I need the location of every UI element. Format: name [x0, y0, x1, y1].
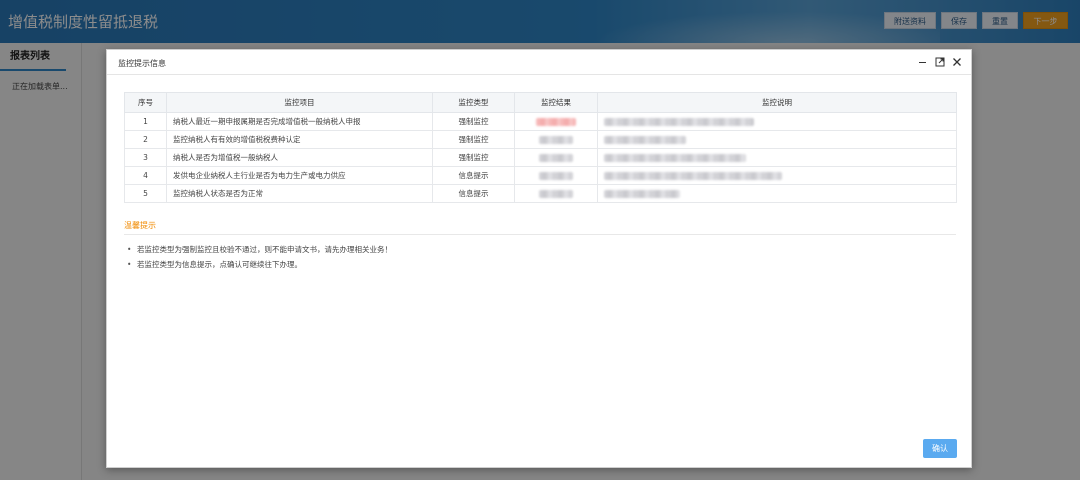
row-desc — [597, 130, 957, 149]
col-header-result: 监控结果 — [514, 92, 598, 113]
dialog-header: 监控提示信息 — [107, 50, 971, 75]
redacted-description — [604, 136, 686, 144]
row-no: 4 — [124, 166, 167, 185]
redacted-result — [539, 136, 573, 144]
row-desc — [597, 184, 957, 203]
row-type: 强制监控 — [432, 112, 515, 131]
minimize-icon[interactable] — [917, 56, 929, 68]
row-desc — [597, 112, 957, 131]
table-row: 1 纳税人最近一期申报属期是否完成增值税一般纳税人申报 强制监控 — [124, 112, 957, 131]
row-no: 3 — [124, 148, 167, 167]
tips-divider — [124, 234, 956, 235]
col-header-type: 监控类型 — [432, 92, 515, 113]
dialog-window-controls — [917, 56, 963, 68]
dialog-title: 监控提示信息 — [118, 59, 166, 68]
row-no: 1 — [124, 112, 167, 131]
maximize-icon[interactable] — [934, 56, 946, 68]
table-row: 5 监控纳税人状态是否为正常 信息提示 — [124, 184, 957, 203]
redacted-description — [604, 172, 782, 180]
redacted-result — [539, 154, 573, 162]
row-item: 纳税人最近一期申报属期是否完成增值税一般纳税人申报 — [166, 112, 433, 131]
row-type: 信息提示 — [432, 166, 515, 185]
table-row: 4 发供电企业纳税人主行业是否为电力生产或电力供应 信息提示 — [124, 166, 957, 185]
row-item: 监控纳税人有有效的增值税税费种认定 — [166, 130, 433, 149]
col-header-no: 序号 — [124, 92, 167, 113]
tip-item: 若监控类型为信息提示，点确认可继续往下办理。 — [127, 257, 392, 272]
confirm-button[interactable]: 确认 — [923, 439, 957, 458]
table-row: 2 监控纳税人有有效的增值税税费种认定 强制监控 — [124, 130, 957, 149]
tips-list: 若监控类型为强制监控且校验不通过，则不能申请文书，请先办理相关业务！ 若监控类型… — [127, 242, 392, 272]
row-no: 5 — [124, 184, 167, 203]
redacted-result — [539, 190, 573, 198]
table-header-row: 序号 监控项目 监控类型 监控结果 监控说明 — [124, 92, 957, 113]
row-result — [514, 130, 598, 149]
col-header-item: 监控项目 — [166, 92, 433, 113]
redacted-result — [536, 118, 576, 126]
redacted-description — [604, 190, 680, 198]
redacted-description — [604, 154, 746, 162]
row-type: 强制监控 — [432, 130, 515, 149]
tips-title: 温馨提示 — [124, 221, 156, 230]
table-row: 3 纳税人是否为增值税一般纳税人 强制监控 — [124, 148, 957, 167]
tip-item: 若监控类型为强制监控且校验不通过，则不能申请文书，请先办理相关业务！ — [127, 242, 392, 257]
row-result — [514, 148, 598, 167]
redacted-description — [604, 118, 754, 126]
monitor-info-dialog: 监控提示信息 序号 监控项目 监控类型 监控结果 监控说明 1 纳税人最近一期申… — [106, 49, 972, 468]
row-desc — [597, 166, 957, 185]
row-desc — [597, 148, 957, 167]
redacted-result — [539, 172, 573, 180]
row-item: 监控纳税人状态是否为正常 — [166, 184, 433, 203]
row-result — [514, 166, 598, 185]
monitor-table: 序号 监控项目 监控类型 监控结果 监控说明 1 纳税人最近一期申报属期是否完成… — [124, 92, 957, 203]
row-no: 2 — [124, 130, 167, 149]
row-item: 发供电企业纳税人主行业是否为电力生产或电力供应 — [166, 166, 433, 185]
row-result — [514, 112, 598, 131]
row-item: 纳税人是否为增值税一般纳税人 — [166, 148, 433, 167]
close-icon[interactable] — [951, 56, 963, 68]
col-header-desc: 监控说明 — [597, 92, 957, 113]
row-result — [514, 184, 598, 203]
row-type: 信息提示 — [432, 184, 515, 203]
row-type: 强制监控 — [432, 148, 515, 167]
